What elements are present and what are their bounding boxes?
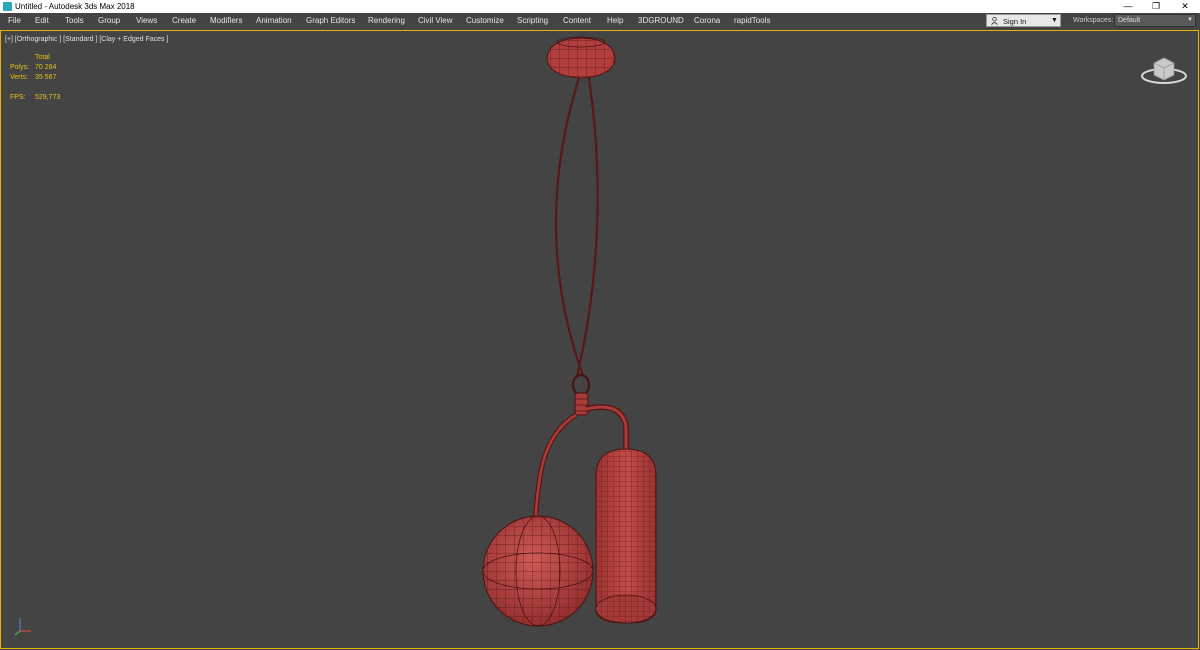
cylinder-shade[interactable] <box>595 448 657 624</box>
menu-views[interactable]: Views <box>136 16 157 25</box>
chevron-down-icon: ▼ <box>1051 17 1058 24</box>
menu-file[interactable]: File <box>8 16 21 25</box>
menu-help[interactable]: Help <box>607 16 623 25</box>
close-button[interactable]: ✕ <box>1170 0 1200 13</box>
menu-tools[interactable]: Tools <box>65 16 84 25</box>
minimize-button[interactable]: — <box>1113 0 1143 13</box>
menu-corona[interactable]: Corona <box>694 16 720 25</box>
sign-in-dropdown[interactable]: Sign In ▼ <box>986 14 1061 27</box>
axis-tripod-icon <box>14 618 31 636</box>
menu-rendering[interactable]: Rendering <box>368 16 405 25</box>
viewcube-icon[interactable] <box>1139 53 1189 87</box>
workspaces-label: Workspaces: <box>1073 17 1114 24</box>
menu-civil-view[interactable]: Civil View <box>418 16 453 25</box>
sphere-shade[interactable] <box>482 515 594 627</box>
sign-in-label: Sign In <box>1003 17 1027 26</box>
menu-create[interactable]: Create <box>172 16 196 25</box>
menu-group[interactable]: Group <box>98 16 120 25</box>
app-icon[interactable] <box>3 2 12 11</box>
title-bar: Untitled - Autodesk 3ds Max 2018 — ❐ ✕ <box>0 0 1200 13</box>
menu-3dground[interactable]: 3DGROUND <box>638 16 684 25</box>
menu-scripting[interactable]: Scripting <box>517 16 548 25</box>
scene-model[interactable] <box>1 31 1198 648</box>
workspace-select[interactable]: Default ▼ <box>1114 14 1196 27</box>
menu-customize[interactable]: Customize <box>466 16 504 25</box>
menu-graph-editors[interactable]: Graph Editors <box>306 16 355 25</box>
restore-button[interactable]: ❐ <box>1141 0 1171 13</box>
menu-animation[interactable]: Animation <box>256 16 292 25</box>
perspective-viewport[interactable]: [+] [Orthographic ] [Standard ] [Clay + … <box>0 30 1199 649</box>
suspension-cables[interactable] <box>554 77 599 377</box>
menu-modifiers[interactable]: Modifiers <box>210 16 242 25</box>
chevron-down-icon: ▼ <box>1187 17 1193 23</box>
menu-rapidtools[interactable]: rapidTools <box>734 16 770 25</box>
window-title: Untitled - Autodesk 3ds Max 2018 <box>15 2 135 11</box>
menu-edit[interactable]: Edit <box>35 16 49 25</box>
menu-content[interactable]: Content <box>563 16 591 25</box>
user-icon <box>991 17 998 25</box>
workspace-value: Default <box>1118 17 1141 24</box>
ceiling-canopy[interactable] <box>546 36 616 79</box>
